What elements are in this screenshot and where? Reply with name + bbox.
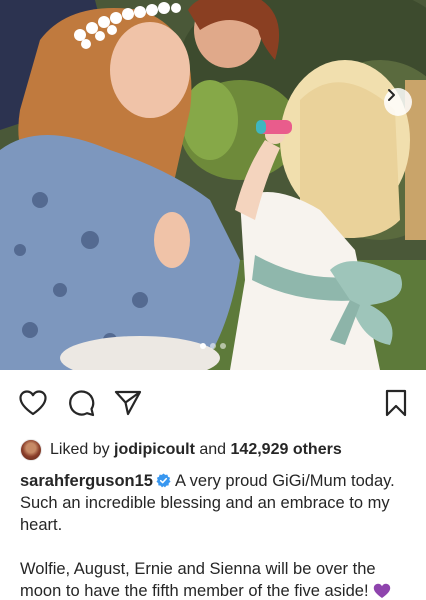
heart-icon — [19, 390, 47, 416]
caption-paragraph: sarahferguson15 A very proud GiGi/Mum tod… — [20, 470, 412, 536]
paper-plane-icon — [114, 390, 142, 416]
likes-text: Liked by jodipicoult and 142,929 others — [50, 441, 342, 459]
carousel-dot — [210, 343, 216, 349]
liker-avatar[interactable] — [20, 439, 42, 461]
caption-username[interactable]: sarahferguson15 — [20, 472, 153, 490]
liker-username[interactable]: jodipicoult — [114, 441, 195, 458]
caption-paragraph: Wolfie, August, Ernie and Sienna will be… — [20, 558, 412, 600]
save-button[interactable] — [381, 388, 411, 418]
purple-heart-icon — [373, 583, 390, 598]
carousel-next-button[interactable] — [384, 88, 412, 116]
share-button[interactable] — [113, 388, 143, 418]
likes-prefix: Liked by — [50, 441, 110, 458]
carousel-dot — [220, 343, 226, 349]
verified-badge-icon — [156, 473, 171, 488]
likes-connector: and — [199, 441, 227, 458]
caption-text-line2: Wolfie, August, Ernie and Sienna will be… — [20, 560, 376, 600]
like-button[interactable] — [18, 388, 48, 418]
likes-count[interactable]: 142,929 others — [231, 441, 342, 458]
instagram-post: Liked by jodipicoult and 142,929 others … — [0, 0, 426, 600]
comment-button[interactable] — [66, 388, 96, 418]
carousel-dot — [200, 343, 206, 349]
carousel-indicator — [0, 343, 426, 349]
post-photo[interactable] — [0, 0, 426, 370]
comment-icon — [69, 390, 95, 417]
likes-summary: Liked by jodipicoult and 142,929 others — [20, 438, 342, 462]
bookmark-icon — [385, 389, 407, 417]
next-arrow-icon — [388, 89, 395, 101]
post-caption: sarahferguson15 A very proud GiGi/Mum tod… — [20, 470, 412, 600]
action-bar — [0, 388, 426, 420]
photo-illustration — [0, 0, 426, 370]
